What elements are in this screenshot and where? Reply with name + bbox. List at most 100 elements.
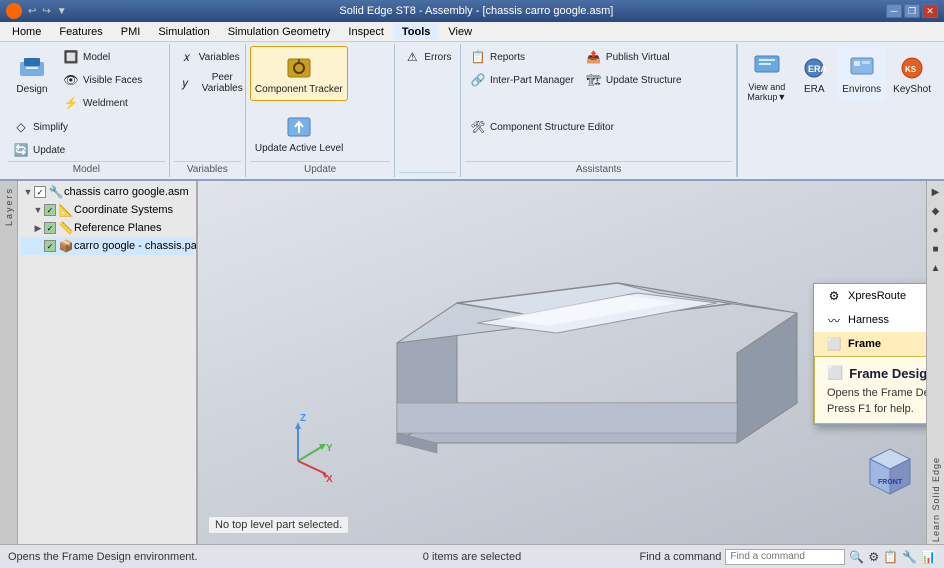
- restore-button[interactable]: ❐: [904, 4, 920, 18]
- frame-tooltip-help: Press F1 for help.: [827, 403, 926, 415]
- model-group-buttons: Design 🔲 Model 👁 Visible Faces ⚡ Weldmen…: [8, 46, 165, 161]
- update-active-level-button[interactable]: Update Active Level: [250, 105, 348, 160]
- status-icon-clipboard[interactable]: 📋: [883, 550, 898, 564]
- update-group-buttons: Component Tracker Update Active Level: [250, 46, 390, 161]
- environments-button[interactable]: Environs: [837, 46, 886, 101]
- status-selection: 0 items are selected: [320, 551, 624, 563]
- layers-icon[interactable]: Layers: [2, 185, 16, 228]
- menu-inspect[interactable]: Inspect: [340, 24, 391, 40]
- environments-icon: [846, 52, 878, 84]
- tree-checkbox-root[interactable]: ✓: [34, 186, 46, 198]
- tree-checkbox-chassis[interactable]: ✓: [44, 240, 56, 252]
- tree-expand-ref[interactable]: ▶: [32, 222, 44, 234]
- status-message: Opens the Frame Design environment.: [8, 551, 312, 563]
- right-strip-icon-4[interactable]: ■: [930, 242, 940, 257]
- tree-icon-ref: 📏: [58, 220, 74, 236]
- menu-home[interactable]: Home: [4, 24, 49, 40]
- coordinate-arrows: Z Y X: [258, 406, 338, 489]
- status-icon-search[interactable]: 🔍: [849, 550, 864, 564]
- env-frame[interactable]: ⬜ Frame: [814, 332, 926, 356]
- keyshot-label: KeyShot: [893, 84, 931, 95]
- publish-virtual-button[interactable]: 📤 Publish Virtual: [581, 46, 687, 68]
- tree-item-chassis[interactable]: ✓ 📦 carro google - chassis.par: [20, 237, 194, 255]
- weldment-button[interactable]: ⚡ Weldment: [58, 92, 147, 114]
- environments-label: Environs: [842, 84, 881, 95]
- close-button[interactable]: ✕: [922, 4, 938, 18]
- menu-features[interactable]: Features: [51, 24, 110, 40]
- ribbon: Design 🔲 Model 👁 Visible Faces ⚡ Weldmen…: [0, 42, 944, 181]
- left-icon-strip: Layers: [0, 181, 18, 544]
- model-button[interactable]: 🔲 Model: [58, 46, 147, 68]
- design-button[interactable]: Design: [8, 46, 56, 101]
- status-icon-tools[interactable]: 🔧: [902, 550, 917, 564]
- errors-icon: ⚠: [404, 49, 420, 65]
- right-strip-icon-2[interactable]: ◆: [930, 204, 942, 219]
- update-icon: 🔄: [13, 142, 29, 158]
- inter-part-manager-icon: 🔗: [470, 72, 486, 88]
- minimize-button[interactable]: ─: [886, 4, 902, 18]
- variables-group-buttons: 𝑥 Variables 𝑦 Peer Variables: [174, 46, 241, 161]
- quick-access-customize[interactable]: ▼: [57, 6, 67, 17]
- title-bar: ↩ ↪ ▼ Solid Edge ST8 - Assembly - [chass…: [0, 0, 944, 22]
- reports-button[interactable]: 📋 Reports: [465, 46, 579, 68]
- design-icon: [16, 52, 48, 84]
- view-markup-icon: [751, 50, 783, 82]
- era-label: ERA: [804, 84, 825, 95]
- update-button[interactable]: 🔄 Update: [8, 139, 88, 161]
- harness-label: Harness: [848, 314, 889, 326]
- menu-view[interactable]: View: [440, 24, 480, 40]
- tree-checkbox-ref[interactable]: ✓: [44, 222, 56, 234]
- update-structure-button[interactable]: 🏗 Update Structure: [581, 69, 687, 91]
- env-xpresroute[interactable]: ⚙ XpresRoute: [814, 284, 926, 308]
- status-icon-gear[interactable]: ⚙: [868, 550, 879, 564]
- ribbon-content: Design 🔲 Model 👁 Visible Faces ⚡ Weldmen…: [0, 42, 944, 179]
- tree-item-root[interactable]: ▼ ✓ 🔧 chassis carro google.asm: [20, 183, 194, 201]
- peer-variables-icon: 𝑦: [179, 75, 192, 91]
- component-structure-editor-label: Component Structure Editor: [490, 122, 614, 133]
- visible-faces-button[interactable]: 👁 Visible Faces: [58, 69, 147, 91]
- frame-tooltip: ⬜ Frame Design Opens the Frame Design en…: [814, 356, 926, 424]
- tree-item-coord-sys[interactable]: ▼ ✓ 📐 Coordinate Systems: [20, 201, 194, 219]
- update-label: Update: [33, 145, 65, 156]
- menu-tools[interactable]: Tools: [394, 24, 439, 40]
- tree-checkbox-coord[interactable]: ✓: [44, 204, 56, 216]
- variables-button[interactable]: 𝑥 Variables: [174, 46, 254, 68]
- svg-text:FRONT: FRONT: [878, 479, 903, 486]
- status-icon-chart[interactable]: 📊: [921, 550, 936, 564]
- keyshot-button[interactable]: KS KeyShot: [888, 46, 936, 101]
- tree-expand-chassis[interactable]: [32, 240, 44, 252]
- peer-variables-button[interactable]: 𝑦 Peer Variables: [174, 69, 254, 97]
- right-strip-icon-5[interactable]: ▲: [929, 261, 943, 276]
- svg-text:KS: KS: [905, 65, 917, 74]
- orientation-cube[interactable]: FRONT: [860, 439, 920, 504]
- simplify-button[interactable]: ◇ Simplify: [8, 116, 88, 138]
- tree-expand-coord[interactable]: ▼: [32, 204, 44, 216]
- right-strip-icon-1[interactable]: ▶: [930, 185, 942, 200]
- quick-access-undo[interactable]: ↩: [28, 6, 36, 17]
- menu-simulation[interactable]: Simulation: [150, 24, 217, 40]
- find-command-input[interactable]: [725, 549, 845, 565]
- component-structure-editor-button[interactable]: 🛠 Component Structure Editor: [465, 116, 619, 138]
- tree-item-ref-planes[interactable]: ▶ ✓ 📏 Reference Planes: [20, 219, 194, 237]
- inter-part-manager-button[interactable]: 🔗 Inter-Part Manager: [465, 69, 579, 91]
- view-markup-button[interactable]: View andMarkup▼: [742, 46, 791, 106]
- update-structure-label: Update Structure: [606, 75, 682, 86]
- variables-group-label: Variables: [174, 161, 241, 175]
- menu-pmi[interactable]: PMI: [113, 24, 149, 40]
- component-tracker-button[interactable]: Component Tracker: [250, 46, 348, 101]
- tree-expand-root[interactable]: ▼: [22, 186, 34, 198]
- errors-group-buttons: ⚠ Errors: [399, 46, 456, 172]
- status-bar: Opens the Frame Design environment. 0 it…: [0, 544, 944, 568]
- ribbon-group-assistants: 📋 Reports 🔗 Inter-Part Manager 📤 Publish…: [461, 44, 737, 177]
- quick-access-redo[interactable]: ↪: [42, 6, 50, 17]
- era-button[interactable]: ERA ERA: [793, 46, 835, 101]
- update-structure-icon: 🏗: [586, 72, 602, 88]
- tree-area: ▼ ✓ 🔧 chassis carro google.asm ▼ ✓ 📐 Coo…: [18, 181, 196, 544]
- frame-tooltip-icon: ⬜: [827, 365, 843, 381]
- menu-sim-geometry[interactable]: Simulation Geometry: [220, 24, 339, 40]
- svg-text:ERA: ERA: [808, 64, 826, 74]
- ribbon-group-model: Design 🔲 Model 👁 Visible Faces ⚡ Weldmen…: [4, 44, 170, 177]
- env-harness[interactable]: 〰 Harness: [814, 308, 926, 332]
- right-strip-icon-3[interactable]: ●: [930, 223, 940, 238]
- tree-icon-root: 🔧: [48, 184, 64, 200]
